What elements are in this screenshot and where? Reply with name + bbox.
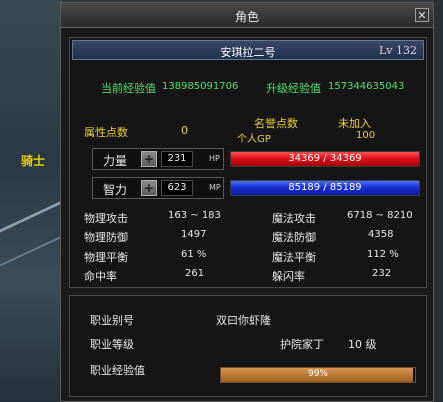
job-exp-bar: 99%	[220, 367, 416, 383]
hp-text: 34369 / 34369	[288, 153, 362, 164]
evasion-value: 232	[372, 268, 392, 279]
close-button[interactable]: ✕	[415, 8, 429, 22]
fame-points-value: 未加入	[338, 117, 371, 130]
character-namebar: 安琪拉二号 Lv 132	[72, 40, 424, 60]
magic-defense-label: 魔法防御	[272, 231, 316, 244]
physical-attack-label: 物理攻击	[84, 212, 128, 225]
attr-points-label: 属性点数	[84, 126, 128, 139]
mp-unit-label: MP	[209, 183, 221, 192]
intelligence-value: 623	[161, 180, 193, 196]
window-title: 角色	[234, 10, 259, 24]
plus-icon: +	[143, 181, 155, 195]
job-alias-label: 职业别号	[90, 314, 134, 327]
physical-attack-value: 163 ~ 183	[168, 210, 221, 221]
mp-text: 85189 / 85189	[288, 182, 362, 193]
hp-bar: 34369 / 34369	[230, 151, 420, 167]
character-level: Lv 132	[378, 44, 417, 57]
job-level-value: 10 级	[348, 338, 377, 351]
hit-rate-value: 261	[185, 268, 205, 279]
character-window: 角色 ✕ 安琪拉二号 Lv 132 当前经验值 138985091706 升级经…	[60, 2, 434, 402]
hit-rate-label: 命中率	[84, 270, 117, 283]
character-name: 安琪拉二号	[220, 46, 276, 59]
add-strength-button[interactable]: +	[141, 151, 157, 167]
magic-attack-value: 6718 ~ 8210	[347, 210, 413, 221]
current-exp-value: 138985091706	[162, 81, 239, 92]
next-exp-label: 升级经验值	[266, 82, 321, 95]
npc-name-label: 骑士	[21, 154, 46, 168]
personal-gp-label: 个人GP	[237, 134, 271, 145]
plus-icon: +	[143, 152, 155, 166]
intelligence-row: 智力 + 623 MP	[92, 177, 224, 199]
magic-attack-label: 魔法攻击	[272, 212, 316, 225]
add-intelligence-button[interactable]: +	[141, 180, 157, 196]
attr-points-value: 0	[181, 124, 188, 137]
next-exp-value: 157344635043	[328, 81, 405, 92]
evasion-label: 躲闪率	[272, 270, 305, 283]
strength-row: 力量 + 231 HP	[92, 148, 224, 170]
magic-defense-value: 4358	[368, 229, 394, 240]
hp-unit-label: HP	[209, 154, 220, 163]
strength-value: 231	[161, 151, 193, 167]
physical-balance-value: 61 %	[181, 249, 207, 260]
window-titlebar[interactable]: 角色 ✕	[61, 3, 433, 28]
physical-balance-label: 物理平衡	[84, 251, 128, 264]
job-level-label: 职业等级	[90, 338, 134, 351]
job-exp-text: 99%	[307, 369, 328, 379]
strength-label: 力量	[103, 154, 128, 168]
job-title-value: 护院家丁	[280, 338, 324, 351]
magic-balance-label: 魔法平衡	[272, 251, 316, 264]
background-scene	[0, 0, 62, 402]
background-edge	[434, 0, 443, 402]
job-exp-label: 职业经验值	[90, 364, 145, 377]
magic-balance-value: 112 %	[367, 249, 399, 260]
personal-gp-value: 100	[356, 130, 376, 141]
mp-bar: 85189 / 85189	[230, 180, 420, 196]
intelligence-label: 智力	[103, 183, 128, 197]
character-info-panel: 安琪拉二号 Lv 132 当前经验值 138985091706 升级经验值 15…	[69, 37, 427, 288]
fame-points-label: 名誉点数	[254, 117, 298, 130]
physical-defense-label: 物理防御	[84, 231, 128, 244]
close-icon: ✕	[417, 9, 427, 22]
current-exp-label: 当前经验值	[101, 82, 156, 95]
job-info-panel: 职业别号 双曰你虾隆 职业等级 护院家丁 10 级 职业经验值 99%	[69, 295, 427, 397]
physical-defense-value: 1497	[181, 229, 207, 240]
job-alias-value: 双曰你虾隆	[216, 314, 271, 327]
